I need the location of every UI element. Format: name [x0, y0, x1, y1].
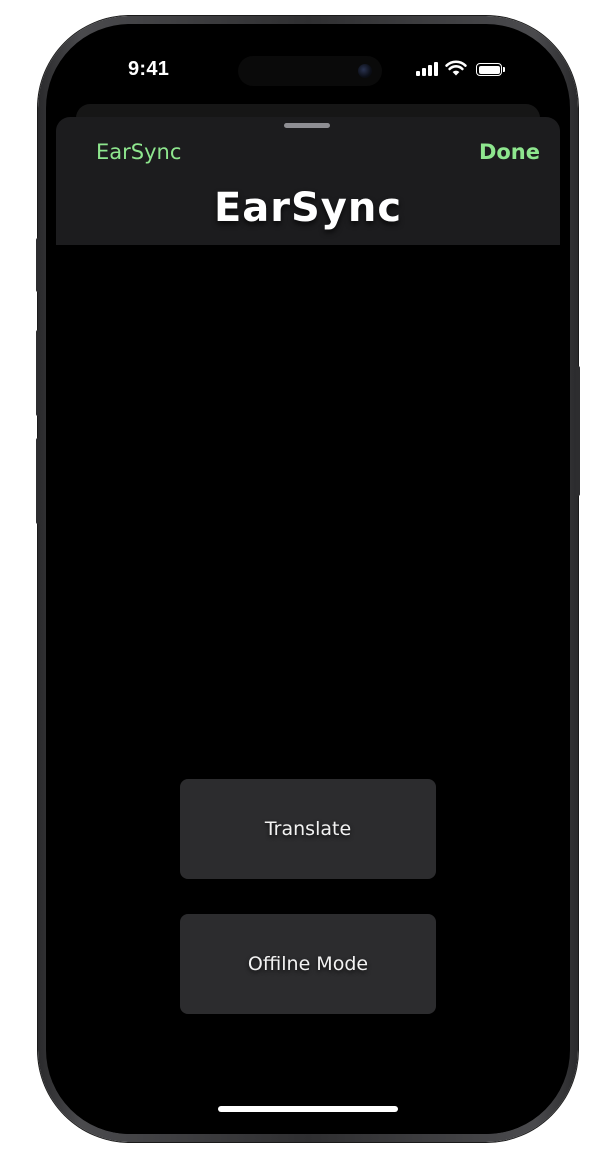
wifi-icon [445, 60, 467, 76]
nav-bar: EarSync Done EarSync [56, 117, 560, 245]
action-side-button [36, 238, 40, 292]
back-button[interactable]: EarSync [96, 140, 181, 164]
done-button[interactable]: Done [479, 140, 540, 164]
page-title: EarSync [213, 185, 403, 231]
status-icons [416, 60, 505, 76]
status-time: 9:41 [128, 58, 170, 80]
home-indicator[interactable] [218, 1106, 398, 1112]
volume-down-side-button [36, 438, 40, 524]
sheet-grabber[interactable] [284, 123, 330, 128]
front-camera [358, 64, 372, 78]
battery-icon [476, 63, 505, 76]
signal-icon [416, 62, 438, 76]
power-side-button [576, 366, 580, 496]
volume-up-side-button [36, 330, 40, 416]
offline-mode-button[interactable]: Offilne Mode [180, 914, 436, 1014]
translate-button[interactable]: Translate [180, 779, 436, 879]
